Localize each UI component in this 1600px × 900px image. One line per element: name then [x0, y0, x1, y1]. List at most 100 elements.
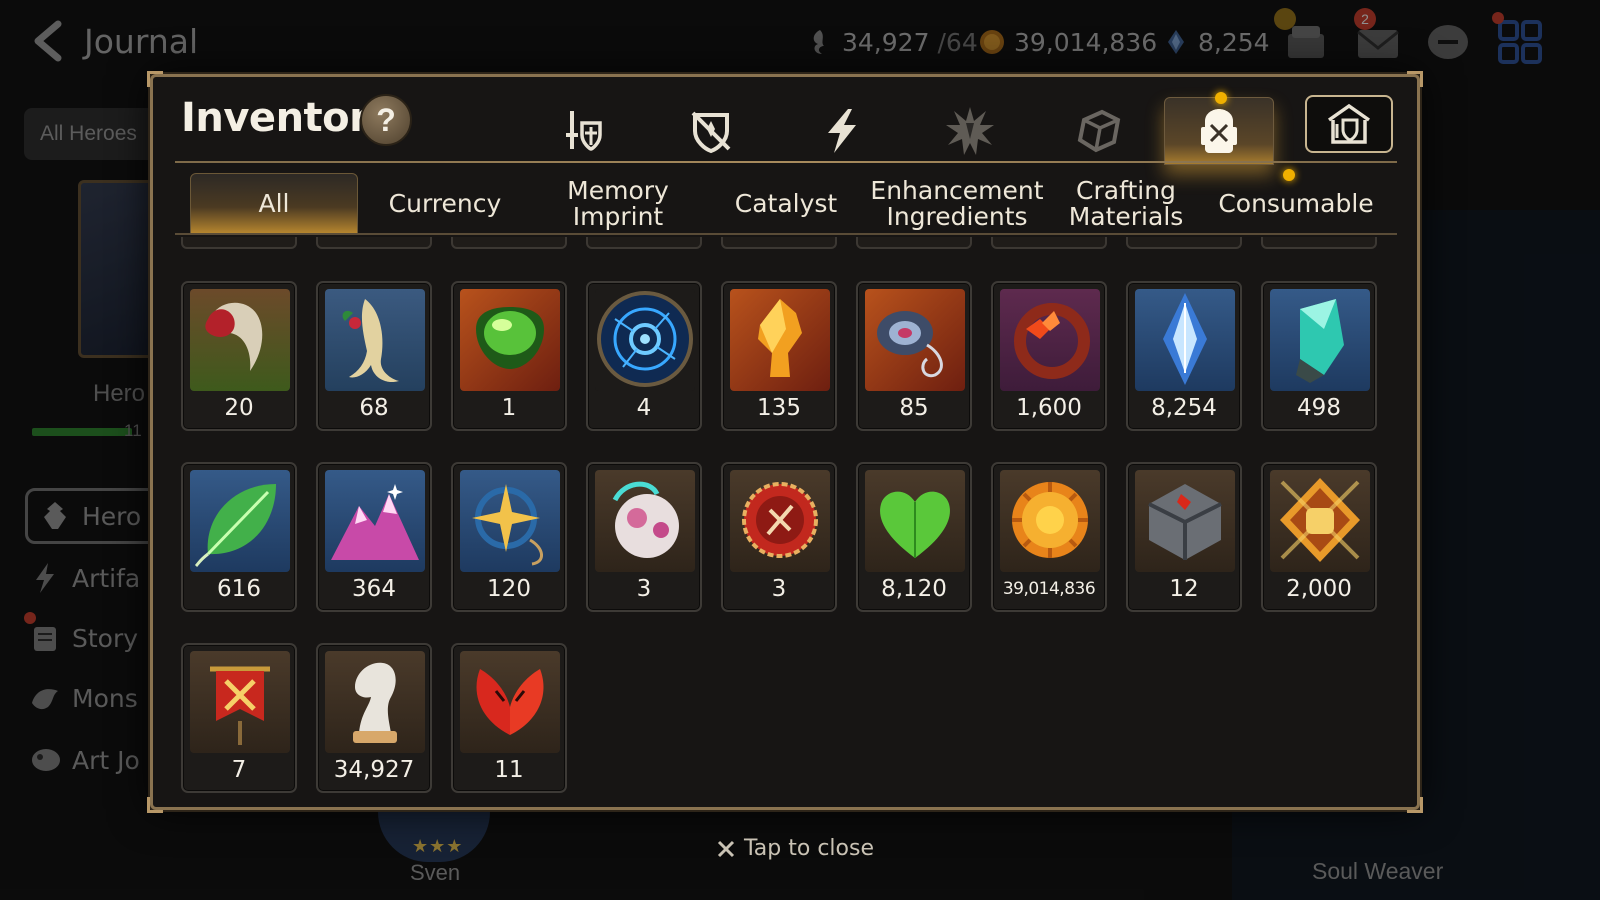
- item-quantity: 3: [771, 576, 787, 602]
- inventory-grid[interactable]: 20 68 1 4 135 85 1,600 8,254 498 616 364…: [181, 237, 1381, 797]
- inventory-item[interactable]: 68: [316, 281, 432, 431]
- tap-to-close[interactable]: Tap to close: [716, 836, 874, 861]
- storage-tab[interactable]: [1305, 95, 1393, 153]
- inventory-item[interactable]: 20: [181, 281, 297, 431]
- frame-corner: [147, 71, 163, 87]
- item-quantity: 34,927: [333, 757, 415, 783]
- inventory-item[interactable]: 8,254: [1126, 281, 1242, 431]
- frame-corner: [147, 797, 163, 813]
- subtab-enhancement-ingredients[interactable]: Enhancement Ingredients: [869, 173, 1045, 235]
- stone-cube-icon: [1135, 470, 1235, 572]
- inventory-item[interactable]: 120: [451, 462, 567, 612]
- grid-cell: [586, 237, 702, 249]
- help-button[interactable]: ?: [360, 94, 412, 146]
- inventory-item[interactable]: 2,000: [1261, 462, 1377, 612]
- inventory-item[interactable]: 8,120: [856, 462, 972, 612]
- grid-cell: [1261, 237, 1377, 249]
- green-heart-icon: [865, 470, 965, 572]
- red-ring-icon: [1000, 289, 1100, 391]
- grid-cell: [451, 237, 567, 249]
- subtab-crafting-materials[interactable]: Crafting Materials: [1051, 173, 1201, 235]
- consumable-notice-dot: [1283, 169, 1295, 181]
- header-divider: [175, 161, 1397, 163]
- item-quantity: 7: [231, 757, 247, 783]
- claw-icon: [190, 289, 290, 391]
- backpack-icon: [1201, 109, 1237, 153]
- sword-shield-icon: [566, 111, 602, 151]
- equipment-tab[interactable]: [527, 97, 637, 165]
- item-quantity: 39,014,836: [1002, 579, 1096, 599]
- pink-mountain-icon: [325, 470, 425, 572]
- previous-row-peek: [181, 237, 1377, 249]
- inventory-item[interactable]: 1: [451, 281, 567, 431]
- grid-cell: [316, 237, 432, 249]
- inventory-item[interactable]: 85: [856, 281, 972, 431]
- item-quantity: 85: [899, 395, 929, 421]
- grid-cell: [856, 237, 972, 249]
- teal-crystal-icon: [1270, 289, 1370, 391]
- item-quantity: 68: [359, 395, 389, 421]
- cube-icon: [1077, 109, 1121, 153]
- grid-cell: [991, 237, 1107, 249]
- inventory-item[interactable]: 34,927: [316, 643, 432, 793]
- amber-crystal-icon: [730, 289, 830, 391]
- item-quantity: 3: [636, 576, 652, 602]
- lightning-icon: [828, 109, 856, 153]
- inventory-item[interactable]: 1,600: [991, 281, 1107, 431]
- item-quantity: 135: [757, 395, 801, 421]
- close-hint-label: Tap to close: [744, 836, 874, 861]
- item-quantity: 1: [501, 395, 517, 421]
- items-tab-notice-dot: [1215, 92, 1227, 104]
- close-icon: [717, 840, 735, 857]
- crossed-shield-icon: [691, 111, 731, 154]
- frame-corner: [1407, 71, 1423, 87]
- item-quantity: 120: [487, 576, 531, 602]
- inventory-item[interactable]: 135: [721, 281, 837, 431]
- leaf-icon: [190, 470, 290, 572]
- inventory-modal: Inventory ? All Currency Memory Imprint …: [147, 71, 1423, 813]
- item-quantity: 498: [1297, 395, 1341, 421]
- grid-cell: [181, 237, 297, 249]
- item-quantity: 2,000: [1286, 576, 1352, 602]
- inventory-item[interactable]: 364: [316, 462, 432, 612]
- item-quantity: 12: [1169, 576, 1199, 602]
- grid-cell: [721, 237, 837, 249]
- subtab-currency[interactable]: Currency: [367, 173, 523, 235]
- inventory-item[interactable]: 39,014,836: [991, 462, 1107, 612]
- inventory-item[interactable]: 12: [1126, 462, 1242, 612]
- item-quantity: 20: [224, 395, 254, 421]
- subtab-all[interactable]: All: [190, 173, 358, 235]
- inventory-item[interactable]: 11: [451, 643, 567, 793]
- enhancement-tab[interactable]: [915, 97, 1025, 165]
- red-petal-icon: [460, 651, 560, 753]
- war-banner-icon: [190, 651, 290, 753]
- green-gem-icon: [460, 289, 560, 391]
- house-shield-icon: [1327, 103, 1371, 144]
- inventory-item[interactable]: 3: [586, 462, 702, 612]
- chess-knight-icon: [325, 651, 425, 753]
- inventory-item[interactable]: 4: [586, 281, 702, 431]
- items-tab[interactable]: [1164, 92, 1274, 165]
- subtab-catalyst[interactable]: Catalyst: [711, 173, 861, 235]
- item-quantity: 1,600: [1016, 395, 1082, 421]
- inventory-item[interactable]: 3: [721, 462, 837, 612]
- inventory-item[interactable]: 7: [181, 643, 297, 793]
- fist-emblem-icon: [1270, 470, 1370, 572]
- subtab-consumable[interactable]: Consumable: [1213, 173, 1379, 235]
- skystone-crystal-icon: [1135, 289, 1235, 391]
- star-compass-icon: [460, 470, 560, 572]
- inventory-item[interactable]: 498: [1261, 281, 1377, 431]
- item-quantity: 616: [217, 576, 261, 602]
- subtab-divider: [175, 233, 1397, 235]
- item-quantity: 4: [636, 395, 652, 421]
- frame-corner: [1407, 797, 1423, 813]
- materials-tab[interactable]: [1044, 97, 1154, 165]
- sun-coin-icon: [1000, 470, 1100, 572]
- artifact-tab[interactable]: [656, 97, 766, 165]
- inventory-item[interactable]: 616: [181, 462, 297, 612]
- item-quantity: 8,254: [1151, 395, 1217, 421]
- subtab-memory-imprint[interactable]: Memory Imprint: [538, 173, 698, 235]
- catalyst-tab[interactable]: [787, 97, 897, 165]
- item-quantity: 11: [494, 757, 524, 783]
- red-medal-icon: [730, 470, 830, 572]
